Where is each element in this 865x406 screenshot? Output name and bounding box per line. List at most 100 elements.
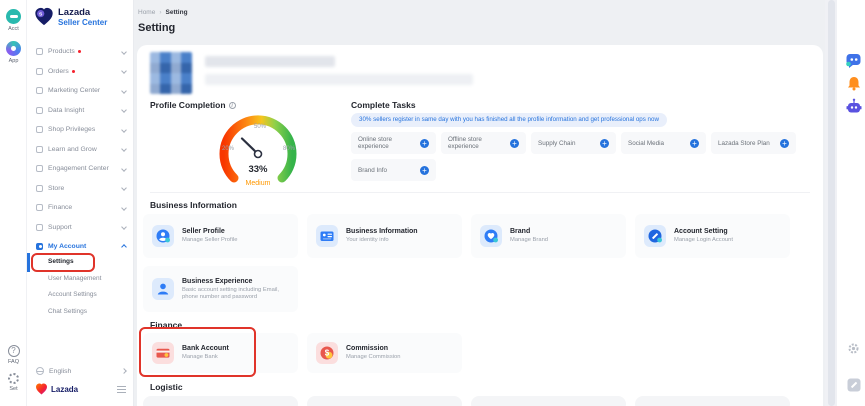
my-account-icon	[36, 243, 43, 250]
logistic-card-placeholder[interactable]	[307, 396, 462, 406]
brand-card[interactable]: Brand Manage Brand	[471, 214, 626, 258]
person-icon	[152, 278, 174, 300]
redacted-account-name	[205, 56, 335, 67]
engagement-icon	[36, 165, 43, 172]
sidebar-item-finance[interactable]: Finance	[27, 198, 134, 218]
task-chip-lazada-store-plan[interactable]: Lazada Store Plan	[711, 132, 796, 154]
sidebar-item-products[interactable]: Products	[27, 42, 134, 62]
lazada-logo-icon	[35, 383, 48, 395]
business-information-card[interactable]: Business Information Your identity info	[307, 214, 462, 258]
feedback-pencil-icon[interactable]	[847, 378, 861, 392]
apps-button[interactable]: App	[0, 41, 27, 64]
main-content: Home Setting Setting Profile Completion	[134, 0, 825, 406]
gauge-value: 33%	[248, 164, 268, 175]
sidebar-item-user-management[interactable]: User Management	[27, 271, 134, 288]
sidebar-item-orders[interactable]: Orders	[27, 62, 134, 82]
sidebar-item-chat-settings[interactable]: Chat Settings	[27, 304, 134, 321]
gauge-status: Medium	[246, 180, 271, 187]
task-chip-social-media[interactable]: Social Media	[621, 132, 706, 154]
sidebar-item-account-settings[interactable]: Account Settings	[27, 287, 134, 304]
chevron-down-icon	[121, 224, 127, 230]
logistic-heading: Logistic	[150, 382, 183, 392]
task-chip-supply-chain[interactable]: Supply Chain	[531, 132, 616, 154]
globe-icon	[36, 367, 44, 375]
collapse-sidebar-icon[interactable]	[117, 386, 126, 393]
chat-messages-icon[interactable]	[845, 52, 862, 69]
logistic-card-placeholder[interactable]	[471, 396, 626, 406]
redacted-account-info	[205, 74, 473, 85]
sidebar: S Lazada Seller Center Products Orders M…	[27, 0, 134, 406]
sidebar-item-data-insight[interactable]: Data Insight	[27, 101, 134, 121]
sidebar-item-shop-privileges[interactable]: Shop Privileges	[27, 120, 134, 140]
chatbot-icon[interactable]	[846, 98, 862, 115]
plus-icon[interactable]	[690, 139, 699, 148]
scrollbar-thumb[interactable]	[828, 0, 835, 406]
account-setting-card[interactable]: Account Setting Manage Login Account	[635, 214, 790, 258]
chevron-down-icon	[121, 127, 127, 133]
orders-icon	[36, 68, 43, 75]
chevron-down-icon	[121, 49, 127, 55]
seller-center-logo[interactable]: S Lazada Seller Center	[34, 7, 107, 27]
account-icon	[6, 9, 21, 24]
plus-icon[interactable]	[600, 139, 609, 148]
finance-cards-row: Bank Account Manage Bank $ Commission Ma…	[143, 333, 462, 373]
task-chip-offline-store-experience[interactable]: Offline store experience	[441, 132, 526, 154]
plus-icon[interactable]	[510, 139, 519, 148]
sidebar-item-settings[interactable]: Settings	[27, 254, 134, 271]
sidebar-item-store[interactable]: Store	[27, 179, 134, 199]
section-divider	[150, 192, 810, 193]
my-account-submenu: Settings User Management Account Setting…	[27, 254, 134, 320]
language-selector[interactable]: English	[27, 362, 134, 380]
redacted-avatar	[150, 52, 192, 94]
logistic-card-placeholder[interactable]	[143, 396, 298, 406]
plus-icon[interactable]	[420, 139, 429, 148]
lazada-heart-icon: S	[34, 7, 54, 26]
notification-bell-icon[interactable]	[847, 76, 861, 91]
logistic-card-placeholder[interactable]	[635, 396, 790, 406]
set-button[interactable]: Set	[0, 373, 27, 392]
info-icon[interactable]	[229, 102, 236, 109]
gauge-hub	[255, 151, 262, 158]
rail-label: App	[9, 58, 19, 64]
product-name: Seller Center	[58, 18, 107, 27]
sidebar-item-support[interactable]: Support	[27, 218, 134, 238]
settings-card: Profile Completion 20% 50% 80% 33% Mediu…	[137, 45, 823, 406]
svg-text:$: $	[325, 349, 330, 358]
marketing-icon	[36, 87, 43, 94]
support-icon	[36, 224, 43, 231]
gauge-tick-20: 20%	[222, 146, 235, 152]
gauge-tick-80: 80%	[283, 146, 296, 152]
breadcrumb-home[interactable]: Home	[138, 9, 155, 16]
account-switch-button[interactable]: Acct	[0, 9, 27, 32]
bank-account-card[interactable]: Bank Account Manage Bank	[143, 333, 298, 373]
business-experience-card[interactable]: Business Experience Basic account settin…	[143, 266, 298, 312]
sidebar-item-engagement-center[interactable]: Engagement Center	[27, 159, 134, 179]
seller-profile-card[interactable]: Seller Profile Manage Seller Profile	[143, 214, 298, 258]
page-title: Setting	[138, 22, 175, 34]
settings-gear-icon[interactable]	[847, 342, 860, 355]
red-dot-badge	[72, 70, 75, 73]
chevron-down-icon	[121, 185, 127, 191]
id-card-icon	[316, 225, 338, 247]
brand-heart-icon	[480, 225, 502, 247]
task-chip-online-store-experience[interactable]: Online store experience	[351, 132, 436, 154]
business-cards-row-2: Business Experience Basic account settin…	[143, 266, 298, 312]
chevron-down-icon	[121, 205, 127, 211]
shop-privileges-icon	[36, 126, 43, 133]
pencil-circle-icon	[644, 225, 666, 247]
mini-app-rail: Acct App FAQ Set	[0, 0, 27, 406]
gauge-tick-50: 50%	[254, 124, 267, 130]
dollar-circle-icon: $	[316, 342, 338, 364]
complete-tasks-heading: Complete Tasks	[351, 100, 416, 110]
commission-card[interactable]: $ Commission Manage Commission	[307, 333, 462, 373]
sidebar-item-learn-and-grow[interactable]: Learn and Grow	[27, 140, 134, 160]
gear-icon	[8, 373, 19, 384]
sidebar-item-marketing-center[interactable]: Marketing Center	[27, 81, 134, 101]
faq-button[interactable]: FAQ	[0, 345, 27, 365]
task-chips: Online store experience Offline store ex…	[351, 132, 811, 181]
plus-icon[interactable]	[780, 139, 789, 148]
task-chip-brand-info[interactable]: Brand Info	[351, 159, 436, 181]
question-circle-icon	[8, 345, 20, 357]
plus-icon[interactable]	[420, 166, 429, 175]
breadcrumb-separator-icon	[159, 9, 161, 16]
